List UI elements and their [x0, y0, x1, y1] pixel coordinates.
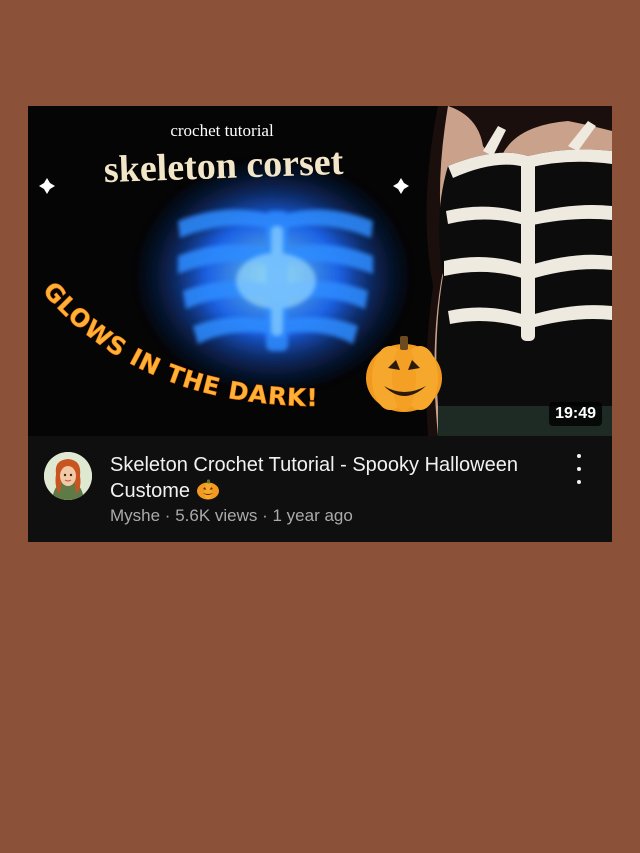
- thumbnail-overlay-title: skeleton corset: [103, 141, 344, 191]
- duration-badge: 19:49: [549, 402, 602, 426]
- video-meta: Myshe · 5.6K views · 1 year ago: [110, 506, 353, 526]
- meta-separator: ·: [160, 506, 176, 525]
- channel-avatar[interactable]: [44, 452, 92, 500]
- meta-separator: ·: [257, 506, 273, 525]
- pumpkin-icon: [196, 478, 220, 507]
- video-title[interactable]: Skeleton Crochet Tutorial - Spooky Hallo…: [110, 452, 550, 507]
- video-thumbnail[interactable]: crochet tutorial skeleton corset GLOWS I…: [28, 106, 612, 436]
- video-title-text: Skeleton Crochet Tutorial - Spooky Hallo…: [110, 454, 518, 502]
- thumbnail-artwork: crochet tutorial skeleton corset GLOWS I…: [37, 106, 612, 436]
- channel-name[interactable]: Myshe: [110, 506, 160, 525]
- video-details: Skeleton Crochet Tutorial - Spooky Hallo…: [28, 436, 612, 542]
- video-card[interactable]: crochet tutorial skeleton corset GLOWS I…: [28, 106, 612, 542]
- upload-age: 1 year ago: [272, 506, 353, 525]
- more-vert-icon[interactable]: [572, 454, 586, 484]
- thumbnail-overlay-small: crochet tutorial: [170, 121, 274, 140]
- glowing-corset-image: [138, 161, 408, 391]
- view-count: 5.6K views: [175, 506, 258, 525]
- avatar-illustration: [44, 452, 92, 500]
- model-photo: [426, 106, 612, 436]
